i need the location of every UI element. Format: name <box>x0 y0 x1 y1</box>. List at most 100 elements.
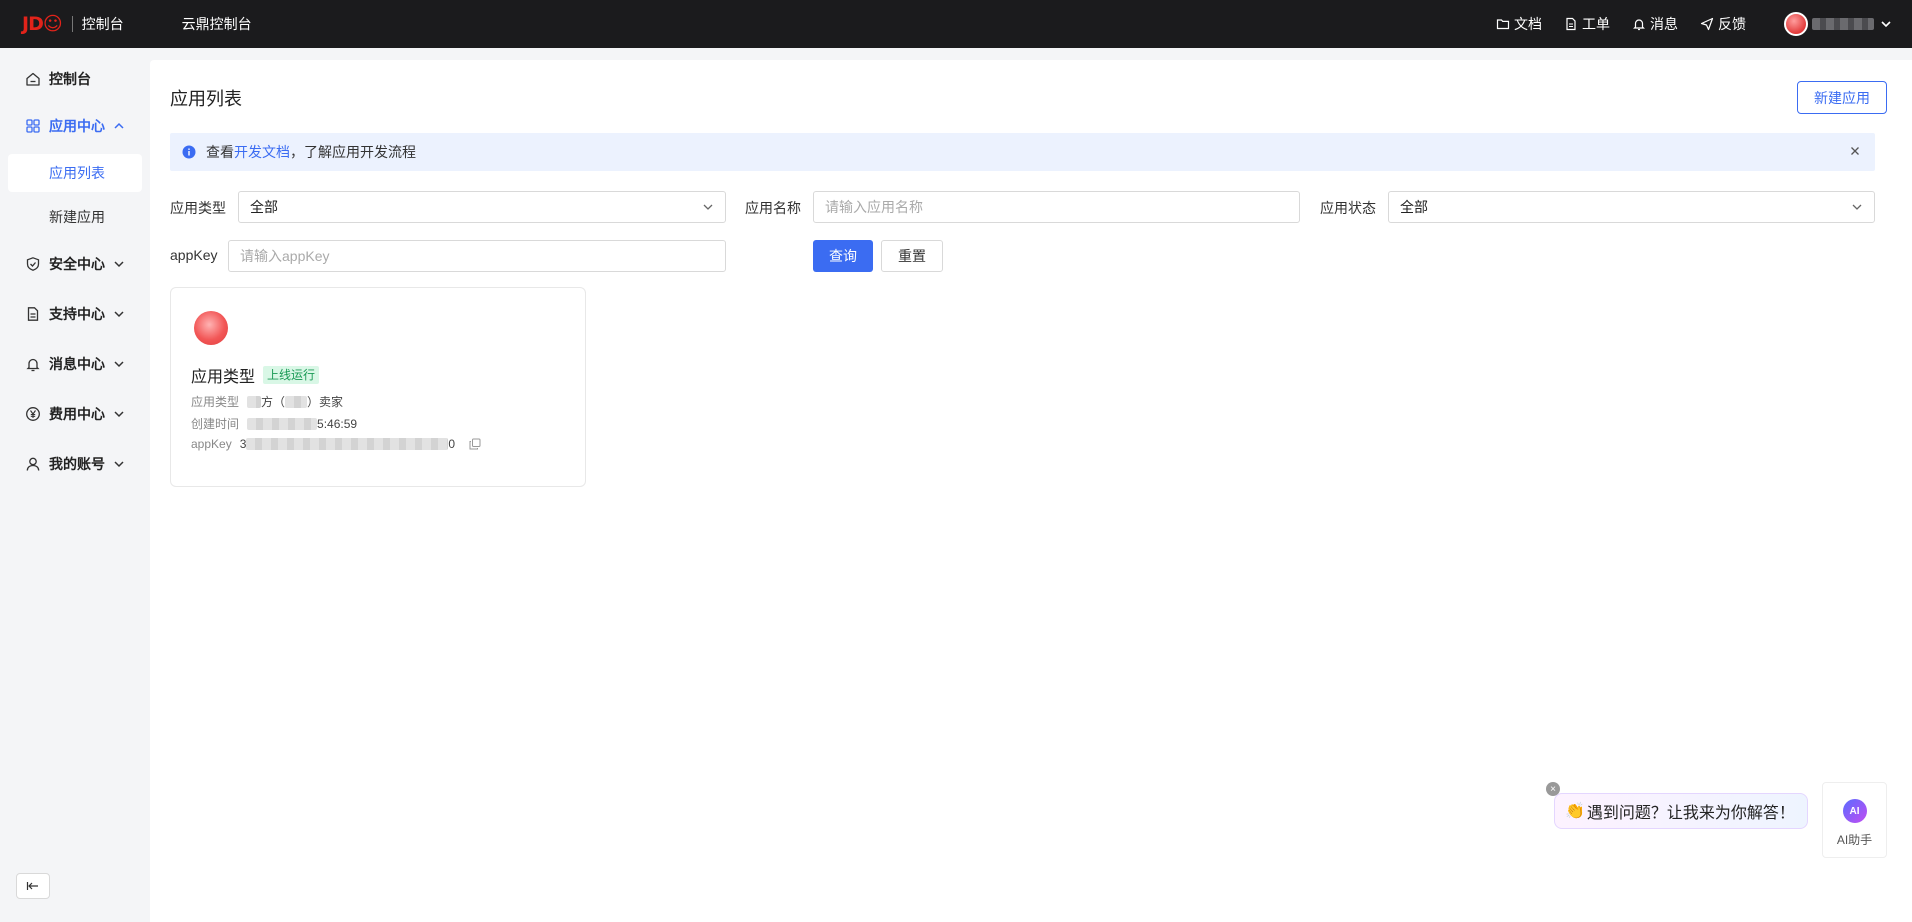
chevron-down-icon <box>1881 21 1891 28</box>
sidebar-item-account[interactable]: 我的账号 <box>24 454 125 474</box>
send-icon <box>1700 17 1714 31</box>
ai-bubble-text: 遇到问题？让我来为你解答！ <box>1586 805 1795 822</box>
app-type-select[interactable]: 全部 <box>238 191 726 223</box>
app-status-value: 全部 <box>1400 199 1428 215</box>
app-name-input[interactable]: 请输入应用名称 <box>813 191 1300 223</box>
sidebar-item-label: 应用中心 <box>49 118 105 134</box>
page-title: 应用列表 <box>170 89 242 109</box>
app-type-meta-mid: 方（ <box>261 395 286 409</box>
query-button[interactable]: 查询 <box>813 240 873 272</box>
chevron-down-icon <box>113 258 125 270</box>
sidebar-item-label: 费用中心 <box>49 406 105 422</box>
sidebar-item-label: 消息中心 <box>49 356 105 372</box>
collapse-left-icon <box>26 882 38 890</box>
chevron-up-icon <box>113 120 125 132</box>
grid-icon <box>24 117 42 135</box>
close-icon[interactable] <box>1849 144 1861 160</box>
user-icon <box>24 455 42 473</box>
topnav-messages[interactable]: 消息 <box>1632 14 1678 34</box>
app-card-title: 应用类型 上线运行 <box>191 363 320 387</box>
sidebar-item-app-center[interactable]: 应用中心 <box>24 116 125 136</box>
status-badge: 上线运行 <box>263 366 320 384</box>
top-nav: 文档 工单 消息 反馈 <box>1474 12 1892 36</box>
info-notice: 查看 开发文档 ，了解应用开发流程 <box>170 133 1875 171</box>
chevron-down-icon <box>113 358 125 370</box>
ai-helper-bubble[interactable]: 👏 遇到问题？让我来为你解答！ <box>1554 793 1808 829</box>
app-type-meta-label: 应用类型 <box>191 395 240 409</box>
app-status-select[interactable]: 全部 <box>1388 191 1875 223</box>
app-type-label: 应用类型 <box>170 200 226 216</box>
ai-helper-label: AI助手 <box>1836 833 1873 847</box>
appkey-meta-value: 3 0 <box>240 437 455 451</box>
logo-divider <box>71 16 73 32</box>
sidebar-item-label: 控制台 <box>49 71 91 87</box>
appkey-meta-label: appKey <box>191 437 232 451</box>
folder-icon <box>1496 19 1510 30</box>
bell-icon <box>24 355 42 373</box>
sidebar-item-console[interactable]: 控制台 <box>24 69 91 89</box>
created-time-end: 5:46:59 <box>317 416 358 431</box>
copy-icon[interactable] <box>469 438 481 450</box>
app-type-meta-value: 方（ ）卖家 <box>247 393 343 410</box>
notice-suffix: ，了解应用开发流程 <box>290 144 416 160</box>
shield-icon <box>24 255 42 273</box>
sidebar-item-label: 我的账号 <box>49 456 105 472</box>
ai-helper-button[interactable]: AI AI助手 <box>1822 782 1887 858</box>
topnav-docs-label: 文档 <box>1514 16 1542 32</box>
brand-title[interactable]: 云鼎控制台 <box>182 14 252 34</box>
chevron-down-icon <box>1851 201 1863 213</box>
app-status-label: 应用状态 <box>1320 200 1376 216</box>
yen-icon <box>24 405 42 423</box>
appkey-label: appKey <box>170 247 218 263</box>
app-avatar <box>194 311 228 345</box>
sidebar-subitem-app-list[interactable]: 应用列表 <box>8 154 142 192</box>
sidebar-collapse-button[interactable] <box>16 873 50 899</box>
clap-icon: 👏 <box>1565 803 1585 820</box>
sidebar-item-label: 安全中心 <box>49 256 105 272</box>
sidebar-item-support[interactable]: 支持中心 <box>24 304 125 324</box>
created-time-label: 创建时间 <box>191 417 240 431</box>
created-time-meta: 创建时间 5:46:59 <box>191 415 357 432</box>
topnav-tickets[interactable]: 工单 <box>1564 14 1610 34</box>
new-app-button[interactable]: 新建应用 <box>1797 81 1887 114</box>
ai-logo-icon: AI <box>1842 799 1867 823</box>
logo[interactable]: JD☺ 控制台 <box>22 13 124 35</box>
redacted-text <box>246 438 449 450</box>
app-type-value: 全部 <box>250 199 278 215</box>
sidebar-item-security[interactable]: 安全中心 <box>24 254 125 274</box>
appkey-meta-end: 0 <box>448 437 456 451</box>
top-bar: JD☺ 控制台 云鼎控制台 文档 工单 消息 反馈 <box>0 0 1912 48</box>
info-icon <box>182 145 196 159</box>
document-icon <box>1566 17 1576 31</box>
chevron-down-icon <box>113 408 125 420</box>
sidebar: 控制台 应用中心 应用列表 新建应用 安全中心 支持中心 消息中心 费用中心 我… <box>0 48 150 922</box>
jd-logo-mark: JD☺ <box>22 13 63 35</box>
topnav-messages-label: 消息 <box>1650 16 1678 32</box>
dev-docs-link[interactable]: 开发文档 <box>234 142 290 162</box>
app-name-label: 应用名称 <box>745 200 801 216</box>
sidebar-item-billing[interactable]: 费用中心 <box>24 404 125 424</box>
user-menu[interactable] <box>1784 12 1892 36</box>
bell-icon <box>1633 19 1645 31</box>
appkey-input[interactable]: 请输入appKey <box>228 240 726 272</box>
document-icon <box>24 305 42 323</box>
topnav-feedback-label: 反馈 <box>1718 16 1746 32</box>
appkey-meta: appKey 3 0 <box>191 437 481 451</box>
app-type-meta: 应用类型 方（ ）卖家 <box>191 393 343 410</box>
app-type-meta-end: ）卖家 <box>307 395 344 409</box>
reset-button[interactable]: 重置 <box>881 240 943 272</box>
appkey-meta-start: 3 <box>239 437 247 451</box>
app-card-name: 应用类型 <box>191 369 256 386</box>
appkey-placeholder: 请输入appKey <box>240 248 330 264</box>
home-icon <box>24 70 42 88</box>
app-card[interactable]: 应用类型 上线运行 应用类型 方（ ）卖家 创建时间 5:46:59 appKe… <box>170 287 586 487</box>
topnav-feedback[interactable]: 反馈 <box>1700 14 1746 34</box>
created-time-value: 5:46:59 <box>247 417 357 431</box>
sidebar-item-messages[interactable]: 消息中心 <box>24 354 125 374</box>
notice-prefix: 查看 <box>206 144 234 160</box>
chevron-down-icon <box>113 458 125 470</box>
sidebar-subitem-new-app[interactable]: 新建应用 <box>8 198 142 236</box>
avatar <box>1784 12 1808 36</box>
redacted-text <box>247 395 262 408</box>
topnav-docs[interactable]: 文档 <box>1496 14 1542 34</box>
